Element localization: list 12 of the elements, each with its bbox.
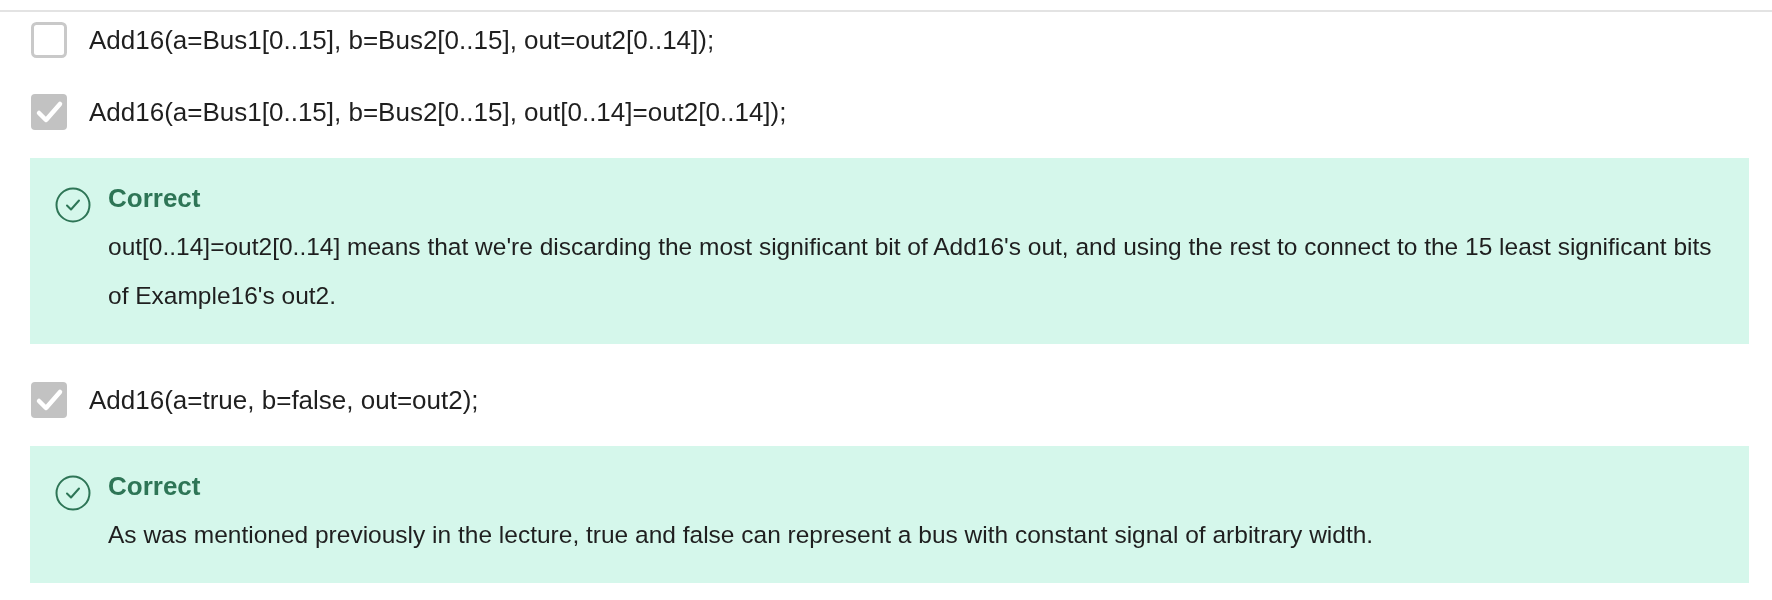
feedback-title: Correct: [108, 183, 202, 214]
feedback-text: As was mentioned previously in the lecture, true and false can represent a bus with constant signal of arbitrary width.: [108, 520, 1374, 550]
checkbox[interactable]: [31, 94, 67, 130]
option-text: Add16(a=Bus1[0..15], b=Bus2[0..15], out=out2[0..14]);: [89, 24, 715, 56]
feedback-title: Correct: [108, 471, 202, 502]
check-circle-icon: [55, 475, 91, 511]
option-text: Add16(a=true, b=false, out=out2);: [89, 384, 479, 416]
option-text: Add16(a=Bus1[0..15], b=Bus2[0..15], out[0..14]=out2[0..14]);: [89, 96, 787, 128]
checkbox[interactable]: [31, 382, 67, 418]
check-circle-icon: [55, 187, 91, 223]
feedback-text: out[0..14]=out2[0..14] means that we're discarding the most significant bit of Add16's out, and using the rest to connect to the 15 least significant bits of Example16's out2.: [108, 232, 1713, 311]
checkbox[interactable]: [31, 22, 67, 58]
